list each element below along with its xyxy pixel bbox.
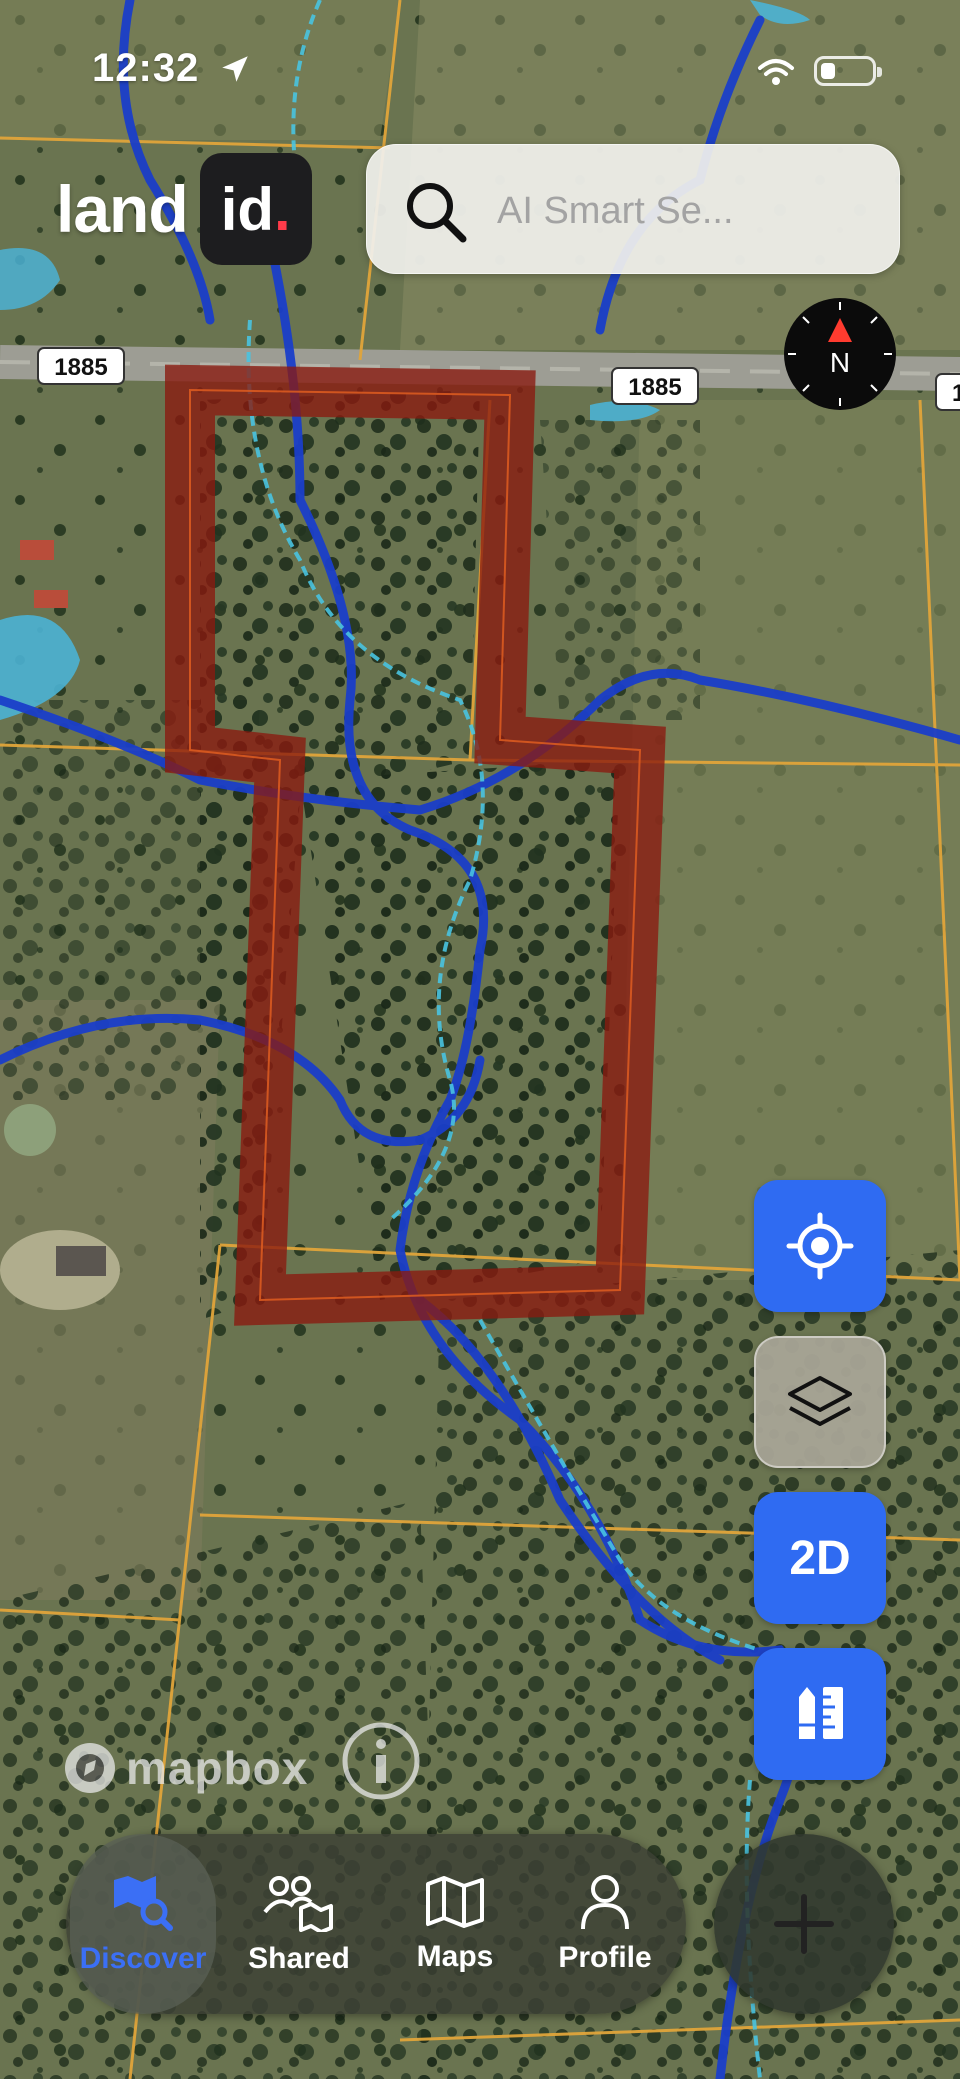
nav-item-profile[interactable]: Profile (532, 1834, 678, 2014)
plus-icon (774, 1894, 834, 1954)
nav-label: Maps (416, 1940, 494, 1973)
nav-label: Shared (248, 1942, 350, 1975)
person-icon (581, 1875, 629, 1930)
road-label: 1 (952, 380, 960, 407)
road-label: 1885 (54, 354, 107, 381)
logo-badge: id. (199, 153, 312, 265)
svg-text:N: N (830, 347, 850, 378)
measure-button[interactable] (754, 1648, 886, 1780)
bottom-nav: Discover Shared Maps Profile (66, 1834, 686, 2014)
pencil-ruler-icon (799, 1687, 843, 1739)
people-map-icon (263, 1876, 333, 1932)
folded-map-icon (426, 1876, 484, 1928)
location-arrow-icon (222, 56, 248, 82)
search-bar[interactable] (366, 144, 900, 274)
app-logo: land id. (56, 150, 312, 268)
map-search-icon (114, 1876, 173, 1931)
compass-icon[interactable]: N (782, 296, 898, 412)
nav-item-shared[interactable]: Shared (226, 1834, 372, 2014)
nav-item-maps[interactable]: Maps (382, 1834, 528, 2014)
layers-icon (788, 1376, 852, 1426)
wifi-icon (758, 59, 794, 85)
layers-button[interactable] (754, 1336, 886, 1468)
search-input[interactable] (495, 175, 879, 247)
nav-item-discover[interactable]: Discover (70, 1834, 216, 2014)
mapbox-text: mapbox (126, 1742, 309, 1794)
search-icon (407, 183, 467, 243)
locate-button[interactable] (754, 1180, 886, 1312)
road-label: 1885 (628, 374, 681, 401)
logo-word: land (56, 172, 189, 246)
status-bar: 12:32 (0, 0, 960, 140)
status-time: 12:32 (92, 46, 200, 90)
view-mode-label: 2D (789, 1531, 851, 1585)
view-mode-button[interactable]: 2D (754, 1492, 886, 1624)
info-icon[interactable] (340, 1720, 422, 1802)
battery-icon (814, 56, 882, 86)
nav-label: Discover (79, 1942, 207, 1975)
add-button[interactable] (714, 1834, 894, 2014)
mapbox-attribution: mapbox (62, 1740, 308, 1796)
mapbox-logo-icon (65, 1743, 115, 1793)
crosshair-icon (786, 1212, 854, 1280)
nav-label: Profile (558, 1941, 652, 1974)
